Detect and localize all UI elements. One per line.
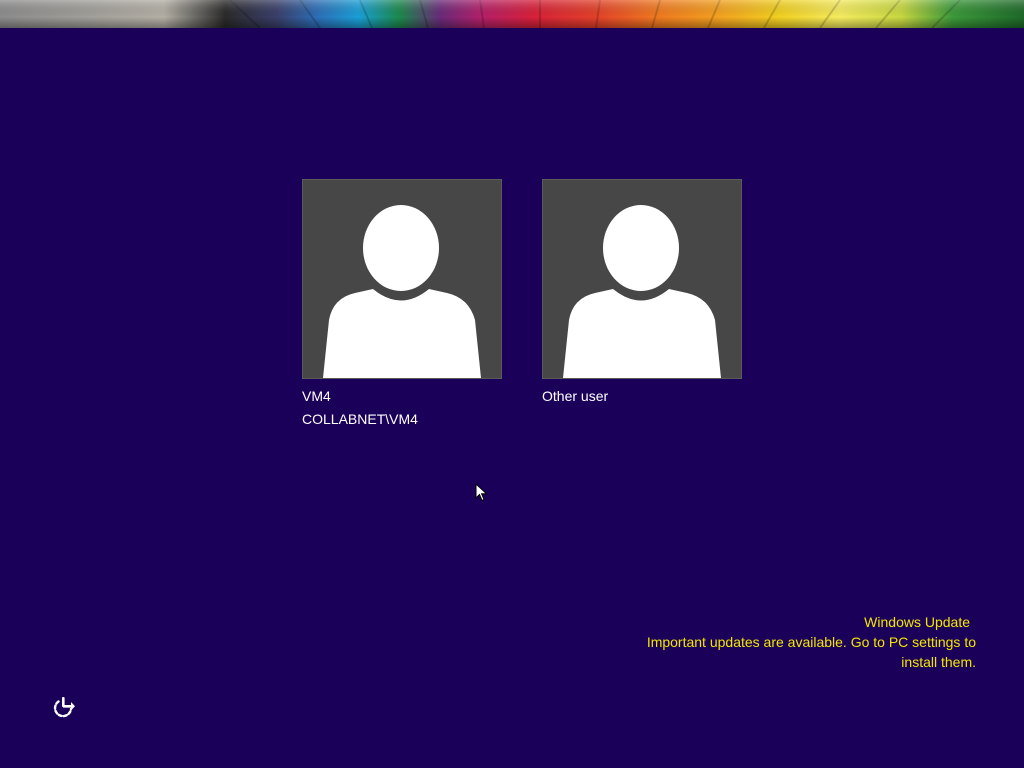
user-name-vm4: VM4 <box>302 388 331 404</box>
user-account-vm4: COLLABNET\VM4 <box>302 411 418 427</box>
notification-message-line2: install them. <box>901 654 976 670</box>
mouse-pointer-icon <box>475 482 489 503</box>
windows-update-notification[interactable]: Windows Update Important updates are ava… <box>596 612 976 672</box>
notification-message-line1: Important updates are available. Go to P… <box>646 634 976 650</box>
ease-of-access-button[interactable] <box>50 693 78 721</box>
user-tile-vm4[interactable] <box>302 179 502 379</box>
user-avatar-icon <box>323 205 481 378</box>
user-name-other-user: Other user <box>542 388 609 404</box>
notification-title: Windows Update <box>864 614 970 630</box>
user-avatar-icon <box>563 205 721 378</box>
ease-of-access-icon <box>53 697 75 718</box>
lock-screen: VM4 COLLABNET\VM4 Other user Windows Upd… <box>0 0 1024 768</box>
user-tile-other-user[interactable] <box>542 179 742 379</box>
color-pencil-band <box>0 0 1024 28</box>
